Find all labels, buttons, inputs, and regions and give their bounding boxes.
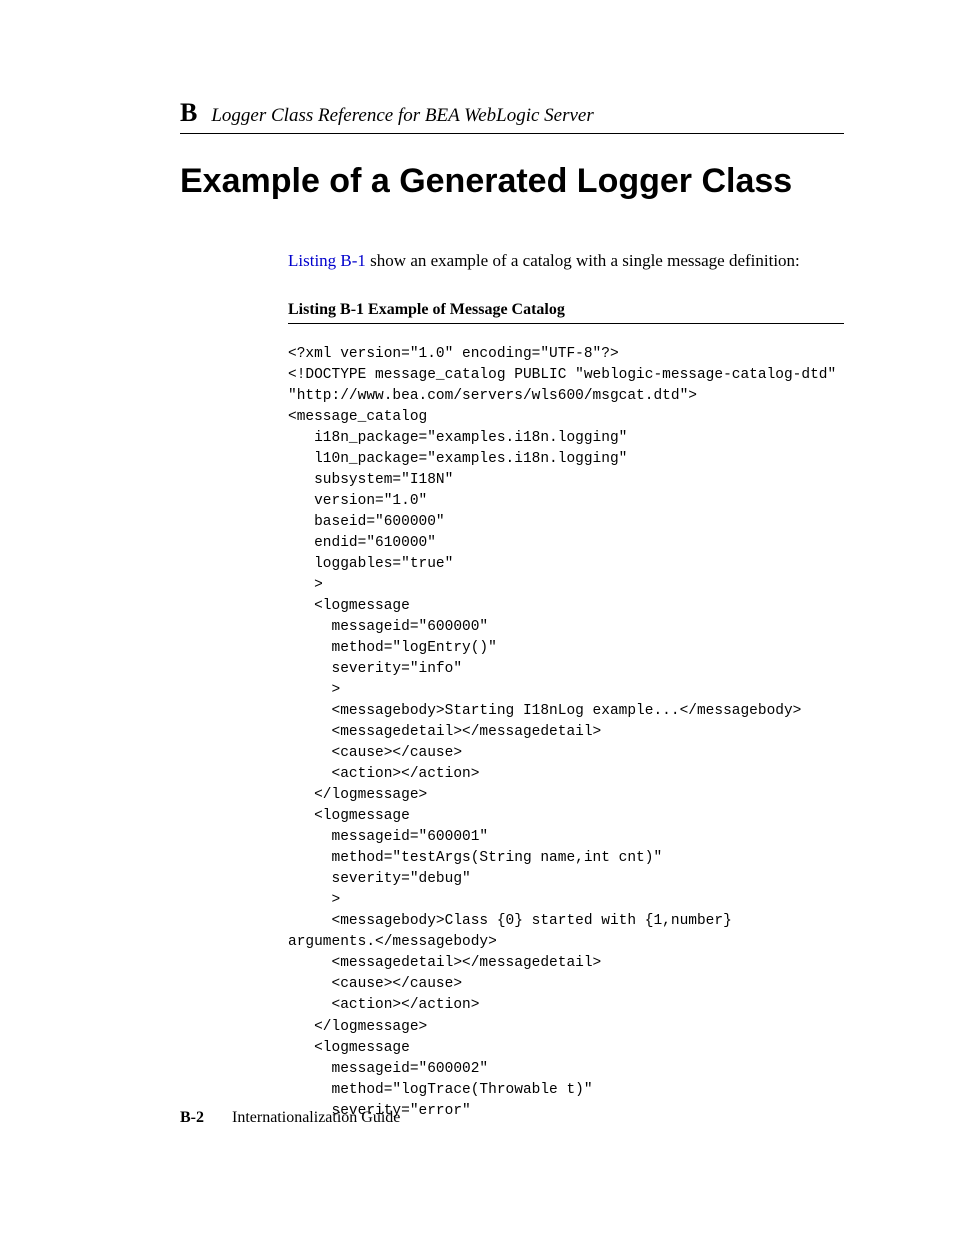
intro-rest: show an example of a catalog with a sing… — [366, 251, 800, 270]
intro-paragraph: Listing B-1 show an example of a catalog… — [288, 251, 844, 271]
footer-doc-title: Internationalization Guide — [232, 1109, 400, 1126]
page-number: B-2 — [180, 1109, 204, 1126]
listing-crossref-link[interactable]: Listing B-1 — [288, 251, 366, 270]
listing-rule — [288, 323, 844, 324]
page-footer: B-2 Internationalization Guide — [180, 1109, 400, 1127]
running-title: Logger Class Reference for BEA WebLogic … — [211, 105, 593, 127]
appendix-letter: B — [180, 100, 197, 126]
listing-caption: Listing B-1 Example of Message Catalog — [288, 301, 844, 319]
page-heading: Example of a Generated Logger Class — [180, 162, 844, 201]
running-header: B Logger Class Reference for BEA WebLogi… — [180, 100, 844, 134]
code-listing: <?xml version="1.0" encoding="UTF-8"?> <… — [288, 344, 844, 1122]
